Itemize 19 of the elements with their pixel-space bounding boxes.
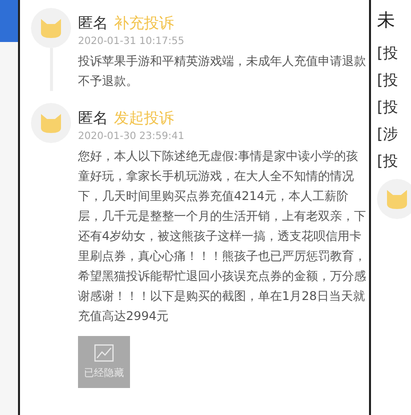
cat-icon xyxy=(39,112,63,134)
header-bar xyxy=(0,0,18,42)
list-item[interactable]: [投 xyxy=(377,44,411,63)
timestamp: 2020-01-30 23:59:41 xyxy=(78,131,186,142)
complaint-text: 投诉苹果手游和平精英游戏端，未成年人充值申请退款不予退款。 xyxy=(78,53,367,90)
panel-title: 未 xyxy=(377,9,396,32)
action-label: 发起投诉 xyxy=(114,109,174,128)
complaint-text: 您好，本人以下陈述绝无虚假:事情是家中读小学的孩童好玩，拿家长手机玩游戏，在大人全不知情的情况下，几天时间里购买点券充值4214元，本人工薪阶层，几千元是整整一个月的生活开销，上有老双亲，下还有4岁幼女，被这熊孩子这样一搞，透支花呗信用卡里刷点券，真心心痛！！！熊孩子也已严厉惩罚教育，希望黑猫投诉能帮忙退回小孩误充点券的金额，万分感谢感谢！！！以下是购买的截图，单在1月28日当天就充值高达2994元 xyxy=(78,148,367,325)
action-label: 补充投诉 xyxy=(114,14,174,33)
list-item[interactable]: [投 xyxy=(377,152,411,171)
list-item[interactable]: [涉 xyxy=(377,125,411,144)
cat-icon xyxy=(39,17,63,39)
timestamp: 2020-01-31 10:17:55 xyxy=(78,36,186,47)
cat-icon xyxy=(385,188,409,210)
author-name: 匿名 xyxy=(78,14,108,33)
chart-icon xyxy=(94,344,114,362)
list-item[interactable]: [投 xyxy=(377,71,411,90)
list-item[interactable]: [投 xyxy=(377,98,411,117)
author-name: 匿名 xyxy=(78,109,108,128)
